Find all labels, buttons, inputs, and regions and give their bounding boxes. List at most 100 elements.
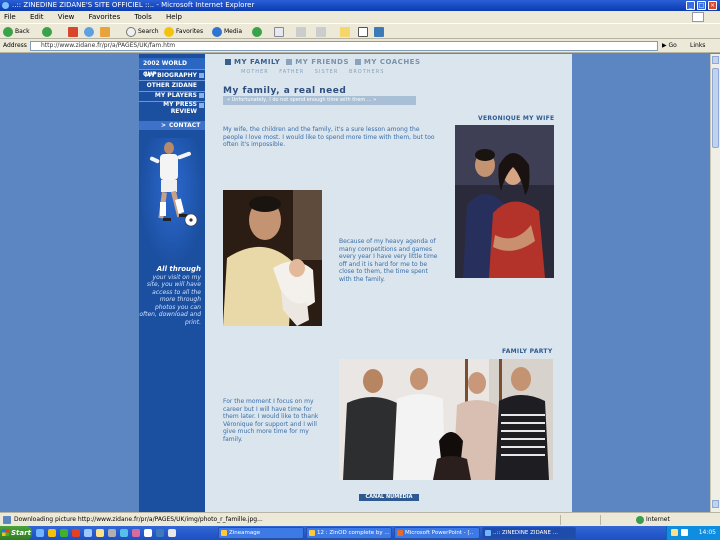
messenger-icon xyxy=(358,26,368,37)
page-background-right xyxy=(572,54,710,512)
powerpoint-icon xyxy=(397,530,403,536)
globe-icon xyxy=(636,516,644,524)
quote-banner: « Unfortunately, I do not spend enough t… xyxy=(223,96,416,105)
maximize-button[interactable]: □ xyxy=(697,1,706,10)
party-photo xyxy=(339,359,553,480)
couple-photo-image xyxy=(455,125,554,278)
home-button[interactable] xyxy=(100,26,112,38)
task-powerpoint[interactable]: Microsoft PowerPoint - [.. xyxy=(394,527,480,539)
tab-my-coaches[interactable]: MY COACHES xyxy=(364,58,421,66)
discuss-button[interactable] xyxy=(340,26,352,38)
menu-favorites[interactable]: Favorites xyxy=(89,13,121,21)
task-zineamage[interactable]: Zineamage xyxy=(218,527,304,539)
tray-volume-icon[interactable] xyxy=(681,529,688,536)
window-title: ..:: ZINEDINE ZIDANE'S SITE OFFICIEL ::.… xyxy=(12,1,255,9)
research-icon xyxy=(374,26,384,37)
player-photo xyxy=(139,138,205,268)
print-button[interactable] xyxy=(296,26,308,38)
search-icon xyxy=(126,26,136,37)
tab-my-family[interactable]: MY FAMILY xyxy=(234,58,280,66)
go-button[interactable]: ▶ Go xyxy=(662,41,686,51)
canal-numedia-logo[interactable]: CANAL NUMEDIA xyxy=(359,494,419,501)
menu-file[interactable]: File xyxy=(4,13,16,21)
print-icon xyxy=(296,26,306,37)
edit-button[interactable] xyxy=(316,26,328,38)
subnav-father[interactable]: FATHER xyxy=(279,69,304,75)
quicklaunch-messenger-icon[interactable] xyxy=(120,529,128,537)
stop-button[interactable] xyxy=(68,26,80,38)
forward-arrow-icon xyxy=(42,26,52,37)
quicklaunch-word-icon[interactable] xyxy=(156,529,164,537)
square-bullet-icon xyxy=(199,73,204,78)
intro-paragraph: My wife, the children and the family, it… xyxy=(223,126,435,148)
square-bullet-icon xyxy=(199,103,204,108)
quicklaunch-show-desktop-icon[interactable] xyxy=(168,529,176,537)
task-app-icon xyxy=(309,530,315,536)
address-bar: Address http://www.zidane.fr/pr/a/PAGES/… xyxy=(0,39,720,53)
favorites-button[interactable]: Favorites xyxy=(164,26,203,38)
windows-logo-icon xyxy=(692,12,704,22)
contact-link[interactable]: > CONTACT xyxy=(139,121,205,130)
square-bullet-icon xyxy=(286,59,293,65)
scroll-up-icon[interactable] xyxy=(712,56,719,64)
tray-clock[interactable]: 14:05 xyxy=(699,526,716,540)
quicklaunch-folder-icon[interactable] xyxy=(48,529,56,537)
refresh-button[interactable] xyxy=(84,26,96,38)
scroll-thumb[interactable] xyxy=(712,68,719,148)
vertical-scrollbar[interactable] xyxy=(710,54,720,512)
quicklaunch-extra-icon[interactable] xyxy=(132,529,140,537)
back-button[interactable]: Back xyxy=(3,26,30,38)
quicklaunch-app-icon[interactable] xyxy=(72,529,80,537)
address-input[interactable]: http://www.zidane.fr/pr/a/PAGES/UK/fam.h… xyxy=(30,41,658,51)
quicklaunch-media-icon[interactable] xyxy=(60,529,68,537)
forward-button[interactable] xyxy=(42,26,54,38)
scroll-down-icon[interactable] xyxy=(712,500,719,508)
tray-network-icon[interactable] xyxy=(671,529,678,536)
search-button[interactable]: Search xyxy=(126,26,159,38)
baby-photo xyxy=(223,190,322,326)
research-button[interactable] xyxy=(374,26,386,38)
mail-button[interactable] xyxy=(274,26,286,38)
subnav-brothers[interactable]: BROTHERS xyxy=(349,69,384,75)
ie-logo-icon xyxy=(2,2,9,9)
ie-logo-icon xyxy=(485,530,491,536)
subnav-sister[interactable]: SISTER xyxy=(315,69,339,75)
father-baby-photo-image xyxy=(223,190,322,326)
tab-my-friends[interactable]: MY FRIENDS xyxy=(295,58,349,66)
quicklaunch-tool-icon[interactable] xyxy=(108,529,116,537)
menu-help[interactable]: Help xyxy=(166,13,182,21)
quicklaunch-desktop-icon[interactable] xyxy=(84,529,92,537)
history-icon xyxy=(252,26,262,37)
task-internet-explorer[interactable]: ..:: ZINEDINE ZIDANE ... xyxy=(482,527,576,539)
close-button[interactable]: × xyxy=(708,1,717,10)
menu-tools[interactable]: Tools xyxy=(134,13,151,21)
square-bullet-icon xyxy=(225,59,231,65)
subnav-mother[interactable]: MOTHER xyxy=(241,69,269,75)
windows-taskbar: Start Zineamage 12 : ZinOD complete by .… xyxy=(0,526,720,540)
side-caption: All through your visit on my site, you w… xyxy=(139,265,201,326)
menu-edit[interactable]: Edit xyxy=(30,13,44,21)
windows-flag-icon xyxy=(2,529,9,536)
square-bullet-icon xyxy=(199,93,204,98)
media-button[interactable]: Media xyxy=(212,26,242,38)
quicklaunch-notepad-icon[interactable] xyxy=(144,529,152,537)
minimize-button[interactable]: _ xyxy=(686,1,695,10)
quicklaunch-mail-icon[interactable] xyxy=(96,529,104,537)
status-text: Downloading picture http://www.zidane.fr… xyxy=(14,516,263,523)
window-titlebar: ..:: ZINEDINE ZIDANE'S SITE OFFICIEL ::.… xyxy=(0,0,720,11)
start-button[interactable]: Start xyxy=(0,526,32,540)
mail-icon xyxy=(274,26,284,37)
back-arrow-icon xyxy=(3,26,13,37)
nav-press-review[interactable]: MY PRESS REVIEW xyxy=(139,100,205,116)
links-button[interactable]: Links xyxy=(690,39,705,53)
stop-icon xyxy=(68,26,78,37)
messenger-button[interactable] xyxy=(358,26,370,38)
nav-world-cup[interactable]: 2002 WORLD CUP xyxy=(139,58,205,78)
discuss-icon xyxy=(340,26,350,37)
history-button[interactable] xyxy=(252,26,264,38)
quicklaunch-ie-icon[interactable] xyxy=(36,529,44,537)
menu-view[interactable]: View xyxy=(58,13,75,21)
family-group-photo-image xyxy=(339,359,553,480)
task-zinod[interactable]: 12 : ZinOD complete by ... xyxy=(306,527,392,539)
family-subnav: MOTHER FATHER SISTER BROTHERS xyxy=(241,69,392,75)
